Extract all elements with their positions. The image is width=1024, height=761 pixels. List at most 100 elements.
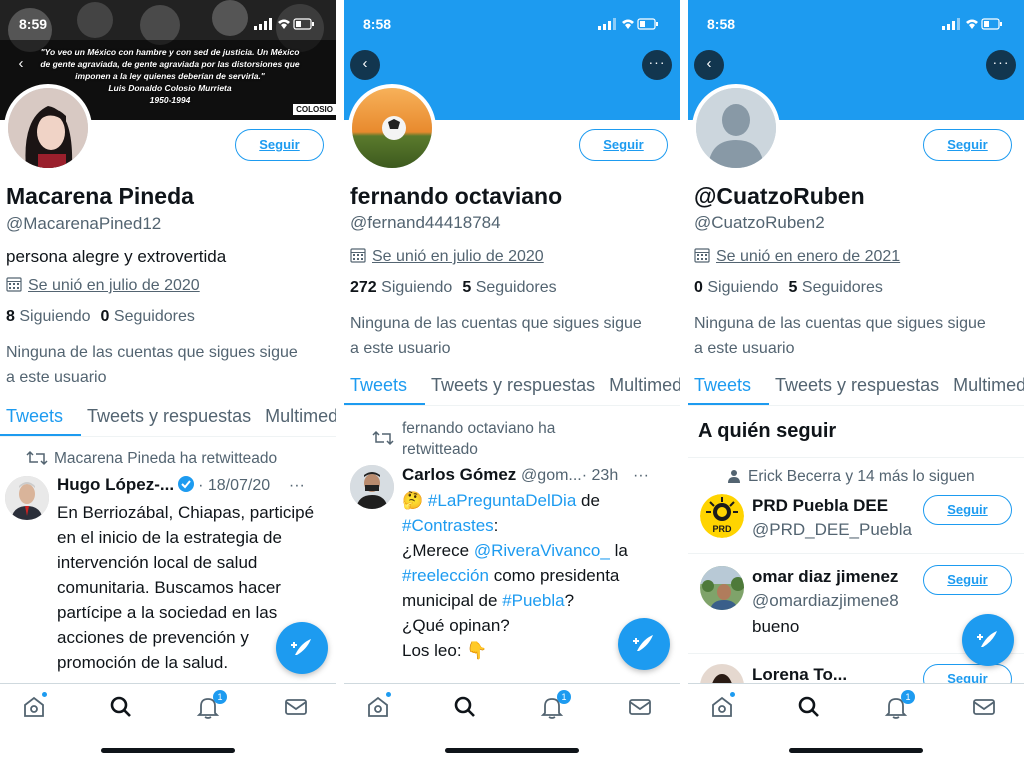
tweet-more-icon[interactable]: ··· [289, 477, 305, 494]
hashtag-link[interactable]: #LaPreguntaDelDia [428, 491, 576, 510]
more-options-button[interactable]: ··· [986, 50, 1016, 80]
tweet-author[interactable]: Hugo López-... [57, 475, 174, 494]
avatar-photo [8, 88, 88, 168]
notifications-icon[interactable]: 1 [539, 690, 571, 720]
following-count[interactable]: 272 [350, 279, 377, 296]
profile-avatar[interactable] [692, 84, 780, 172]
calendar-icon [350, 248, 366, 263]
status-icons [598, 18, 658, 30]
tab-media[interactable]: Multimedia [259, 405, 336, 436]
notification-badge: 1 [901, 690, 915, 704]
home-indicator [789, 748, 923, 753]
compose-tweet-button[interactable] [962, 614, 1014, 666]
person-icon [728, 470, 740, 483]
back-button[interactable]: ‹ [694, 50, 724, 80]
compose-icon [977, 631, 997, 647]
back-button[interactable]: ‹ [350, 50, 380, 80]
notifications-icon[interactable]: 1 [195, 690, 227, 720]
tab-tweets[interactable]: Tweets [344, 374, 426, 405]
home-icon[interactable] [21, 692, 47, 720]
follow-button[interactable]: Seguir [923, 129, 1012, 161]
suggestion-name: PRD Puebla DEE [752, 496, 889, 515]
profile-avatar[interactable] [348, 84, 436, 172]
messages-icon[interactable] [627, 694, 653, 720]
tweet-avatar-photo [5, 476, 49, 520]
followers-count[interactable]: 0 [101, 308, 110, 325]
home-icon[interactable] [365, 692, 391, 720]
tab-media[interactable]: Multimedia [603, 374, 680, 405]
suggestion-follow-button[interactable]: Seguir [923, 565, 1012, 595]
profile-panel-cuatzoruben: 8:58 ‹ ··· Seguir @CuatzoRuben @CuatzoRu… [688, 0, 1024, 761]
suggestion-name: omar diaz jimenez [752, 567, 899, 586]
compose-tweet-button[interactable] [618, 618, 670, 670]
tab-tweets-replies[interactable]: Tweets y respuestas [81, 405, 259, 436]
status-time: 8:58 [363, 16, 392, 32]
suggestion-follow-button[interactable]: Seguir [923, 495, 1012, 525]
suggestion-bio: bueno [752, 617, 800, 636]
home-indicator [445, 748, 579, 753]
back-button[interactable]: ‹ [6, 50, 36, 80]
profile-bio: persona alegre y extrovertida [6, 247, 227, 266]
notification-badge: 1 [213, 690, 227, 704]
search-icon[interactable] [796, 694, 822, 720]
hashtag-link[interactable]: #reelección [402, 566, 489, 585]
suggestion-handle: @omardiazjimene8 [752, 591, 899, 610]
follow-counts: 0 Siguiendo 5 Seguidores [694, 279, 883, 296]
compose-icon [291, 639, 311, 655]
mention-link[interactable]: @RiveraVivanco_ [474, 541, 610, 560]
status-time: 8:59 [19, 16, 48, 32]
messages-icon[interactable] [283, 694, 309, 720]
compose-tweet-button[interactable] [276, 622, 328, 674]
compose-icon [633, 635, 653, 651]
tweet-header: Hugo López-... · 18/07/20 ··· [57, 475, 305, 494]
joined-date[interactable]: Se unió en enero de 2021 [694, 247, 900, 266]
tweet-avatar-photo [350, 465, 394, 509]
tab-tweets[interactable]: Tweets [0, 405, 82, 436]
joined-date[interactable]: Se unió en julio de 2020 [350, 247, 544, 266]
tweet-author[interactable]: Carlos Gómez [402, 465, 516, 484]
profile-avatar[interactable] [4, 84, 92, 172]
followers-count[interactable]: 5 [462, 279, 471, 296]
suggestion-avatar [700, 566, 744, 610]
profile-handle: @CuatzoRuben2 [694, 213, 825, 232]
home-icon[interactable] [709, 692, 735, 720]
banner-tag: COLOSIO [293, 104, 336, 115]
messages-icon[interactable] [971, 694, 997, 720]
tweet-avatar[interactable] [5, 476, 49, 520]
profile-handle: @fernand44418784 [350, 213, 501, 232]
retweet-icon [26, 450, 48, 466]
retweet-icon [372, 430, 394, 446]
follow-button[interactable]: Seguir [235, 129, 324, 161]
tab-tweets-replies[interactable]: Tweets y respuestas [425, 374, 603, 405]
default-avatar-icon [696, 88, 776, 168]
tweet-avatar[interactable] [350, 465, 394, 509]
notification-badge: 1 [557, 690, 571, 704]
tab-tweets[interactable]: Tweets [688, 374, 770, 405]
social-context: Erick Becerra y 14 más lo siguen [728, 468, 975, 486]
retweet-context: Macarena Pineda ha retwitteado [26, 450, 277, 468]
calendar-icon [6, 277, 22, 292]
status-icons [254, 18, 314, 30]
tweet-header: Carlos Gómez @gom...· 23h ··· [402, 465, 649, 484]
tweet-more-icon[interactable]: ··· [633, 467, 649, 484]
search-icon[interactable] [108, 694, 134, 720]
search-icon[interactable] [452, 694, 478, 720]
mutual-followers-text: Ninguna de las cuentas que sigues sigue … [350, 315, 642, 357]
suggestion-handle: @PRD_DEE_Puebla [752, 520, 912, 539]
more-options-button[interactable]: ··· [642, 50, 672, 80]
profile-name: @CuatzoRuben [694, 183, 865, 209]
suggestion-item[interactable]: PRD PRD Puebla DEE @PRD_DEE_Puebla Segui… [688, 486, 1024, 554]
follow-counts: 272 Siguiendo 5 Seguidores [350, 279, 557, 296]
profile-handle: @MacarenaPined12 [6, 214, 162, 233]
following-count[interactable]: 8 [6, 308, 15, 325]
tab-tweets-replies[interactable]: Tweets y respuestas [769, 374, 947, 405]
hashtag-link[interactable]: #Puebla [502, 591, 564, 610]
followers-count[interactable]: 5 [789, 279, 798, 296]
follow-button[interactable]: Seguir [579, 129, 668, 161]
following-count[interactable]: 0 [694, 279, 703, 296]
notifications-icon[interactable]: 1 [883, 690, 915, 720]
joined-date[interactable]: Se unió en julio de 2020 [6, 276, 200, 295]
profile-name: Macarena Pineda [6, 183, 194, 209]
tab-media[interactable]: Multimedia [947, 374, 1024, 405]
hashtag-link[interactable]: #Contrastes [402, 516, 494, 535]
